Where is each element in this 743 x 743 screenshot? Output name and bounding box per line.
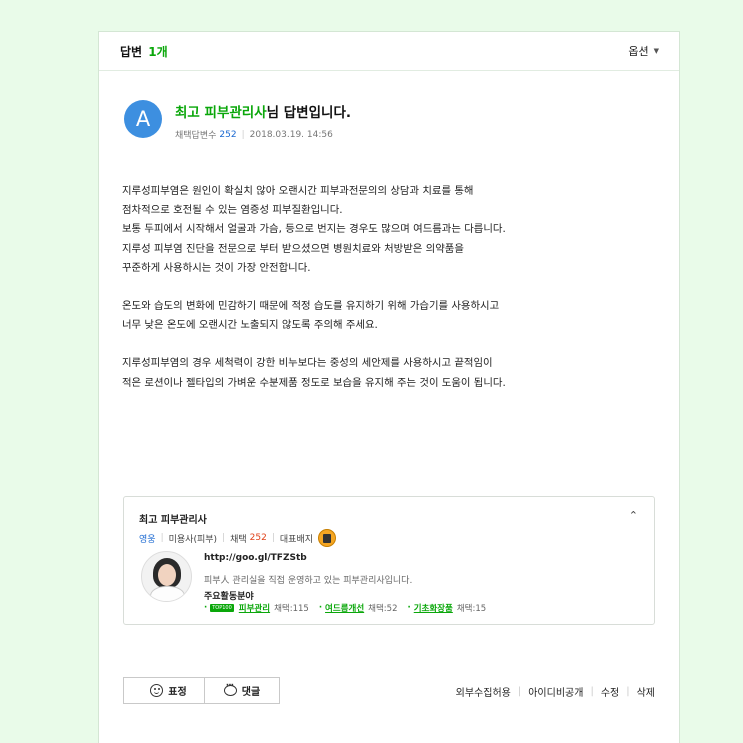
options-dropdown[interactable]: 옵션 ▼ xyxy=(628,43,659,59)
hide-id-link[interactable]: 아이디비공개 xyxy=(528,684,583,699)
answer-date: 2018.03.19. 14:56 xyxy=(249,129,333,140)
divider: | xyxy=(517,686,522,697)
answer-line: 너무 낮은 온도에 오랜시간 노출되지 않도록 주의해 주세요. xyxy=(122,319,378,332)
divider: | xyxy=(222,533,226,543)
adopt-count-value: 252 xyxy=(219,129,237,140)
answer-paragraph: 지루성피부염은 원인이 확실치 않아 오랜시간 피부과전문의의 상담과 치료를 … xyxy=(122,182,662,278)
comment-button[interactable]: 댓글 xyxy=(204,677,280,704)
answer-links: 외부수집허용 | 아이디비공개 | 수정 | 삭제 xyxy=(456,684,655,699)
divider: | xyxy=(626,686,630,697)
badge-icon[interactable] xyxy=(318,529,337,547)
answerer-name[interactable]: 최고 피부관리사 xyxy=(175,105,267,121)
answer-line: 지루성 피부염 진단을 전문으로 부터 받으셨으면 병원치료와 처방받은 의약품… xyxy=(122,242,464,255)
edit-link[interactable]: 수정 xyxy=(601,684,619,699)
allow-external-link[interactable]: 외부수집허용 xyxy=(456,684,511,699)
field-count: 채택:15 xyxy=(456,604,487,614)
field-count: 채택:115 xyxy=(274,604,309,614)
answer-title-label: 답변 xyxy=(120,44,143,59)
answer-line: 지루성피부염의 경우 세척력이 강한 비누보다는 중성의 세안제를 사용하시고 … xyxy=(122,357,493,370)
answer-card: 답변 1개 옵션 ▼ A 최고 피부관리사님 답변입니다. 채택답변수 252 … xyxy=(98,31,680,743)
answer-line: 점차적으로 호전될 수 있는 염증성 피부질환입니다. xyxy=(122,204,343,217)
answer-meta: 채택답변수 252 | 2018.03.19. 14:56 xyxy=(175,128,351,142)
answerer-suffix: 님 답변입니다. xyxy=(266,105,351,121)
expert-grade: 영웅 xyxy=(139,534,156,545)
divider: | xyxy=(590,686,594,697)
answer-actions: 표정 댓글 외부수집허용 | 아이디비공개 | 수정 | 삭제 xyxy=(123,677,655,705)
bullet-icon: · xyxy=(407,603,411,613)
avatar[interactable]: A xyxy=(124,100,162,138)
answer-line: 적은 로션이나 젤타입의 가벼운 수분제품 정도로 보습을 유지해 주는 것이 … xyxy=(122,376,506,389)
answer-line: 꾸준하게 사용하시는 것이 가장 안전합니다. xyxy=(122,261,311,274)
field-link[interactable]: 피부관리 xyxy=(239,602,270,614)
answerer-profile: A 최고 피부관리사님 답변입니다. 채택답변수 252 | 2018.03.1… xyxy=(124,100,351,141)
answer-line: 보통 두피에서 시작해서 얼굴과 가슴, 등으로 번지는 경우도 많으며 여드름… xyxy=(122,223,506,236)
answer-paragraph: 지루성피부염의 경우 세척력이 강한 비누보다는 중성의 세안제를 사용하시고 … xyxy=(122,354,662,392)
comment-icon xyxy=(223,681,237,696)
smile-icon xyxy=(150,684,164,697)
expert-photo[interactable] xyxy=(141,551,192,602)
divider: | xyxy=(271,533,275,543)
delete-link[interactable]: 삭제 xyxy=(637,684,655,699)
answer-body: 지루성피부염은 원인이 확실치 않아 오랜시간 피부과전문의의 상담과 치료를 … xyxy=(122,182,662,412)
answer-count: 1개 xyxy=(148,44,168,59)
field-link[interactable]: 기초화장품 xyxy=(414,602,453,614)
options-label: 옵션 xyxy=(628,45,649,58)
expert-adopt-label: 채택 xyxy=(230,534,247,545)
expert-url-link[interactable]: http://goo.gl/TFZStb xyxy=(204,553,307,563)
answer-count-title: 답변 1개 xyxy=(120,43,168,60)
bullet-icon: · xyxy=(204,603,208,613)
expert-fields: · TOP100 피부관리 채택:115 · 여드름개선 채택:52 · 기초화… xyxy=(204,602,496,614)
divider: | xyxy=(160,533,164,543)
field-link[interactable]: 여드름개선 xyxy=(325,602,364,614)
adopt-count-label: 채택답변수 xyxy=(175,131,217,141)
expert-profile-box: 최고 피부관리사 ⌃ 영웅 | 미용사(피부) | 채택 252 | 대표배지 … xyxy=(123,496,655,625)
answerer-heading: 최고 피부관리사님 답변입니다. xyxy=(175,101,351,121)
expert-adopt-count: 252 xyxy=(249,533,267,543)
chevron-up-icon[interactable]: ⌃ xyxy=(629,509,638,522)
emotion-label: 표정 xyxy=(168,687,187,698)
caret-down-icon: ▼ xyxy=(653,47,659,55)
answer-header: 답변 1개 옵션 ▼ xyxy=(99,32,679,71)
badge-label: 대표배지 xyxy=(279,534,314,545)
expert-info: 영웅 | 미용사(피부) | 채택 252 | 대표배지 xyxy=(139,529,337,547)
expert-name[interactable]: 최고 피부관리사 xyxy=(139,511,207,526)
expert-description: 피부人 관리실을 직접 운영하고 있는 피부관리사입니다. xyxy=(204,576,413,586)
comment-label: 댓글 xyxy=(241,687,261,698)
answer-paragraph: 온도와 습도의 변화에 민감하기 때문에 적정 습도를 유지하기 위해 가습기를… xyxy=(122,297,662,335)
emotion-button[interactable]: 표정 xyxy=(123,677,214,704)
divider: | xyxy=(241,129,245,140)
answer-line: 지루성피부염은 원인이 확실치 않아 오랜시간 피부과전문의의 상담과 치료를 … xyxy=(122,185,474,197)
top100-badge: TOP100 xyxy=(210,604,234,612)
answer-line: 온도와 습도의 변화에 민감하기 때문에 적정 습도를 유지하기 위해 가습기를… xyxy=(122,300,500,313)
bullet-icon: · xyxy=(318,603,323,613)
field-count: 채택:52 xyxy=(368,604,398,614)
field-title: 주요활동분야 xyxy=(204,592,254,602)
expert-job: 미용사(피부) xyxy=(168,534,218,545)
